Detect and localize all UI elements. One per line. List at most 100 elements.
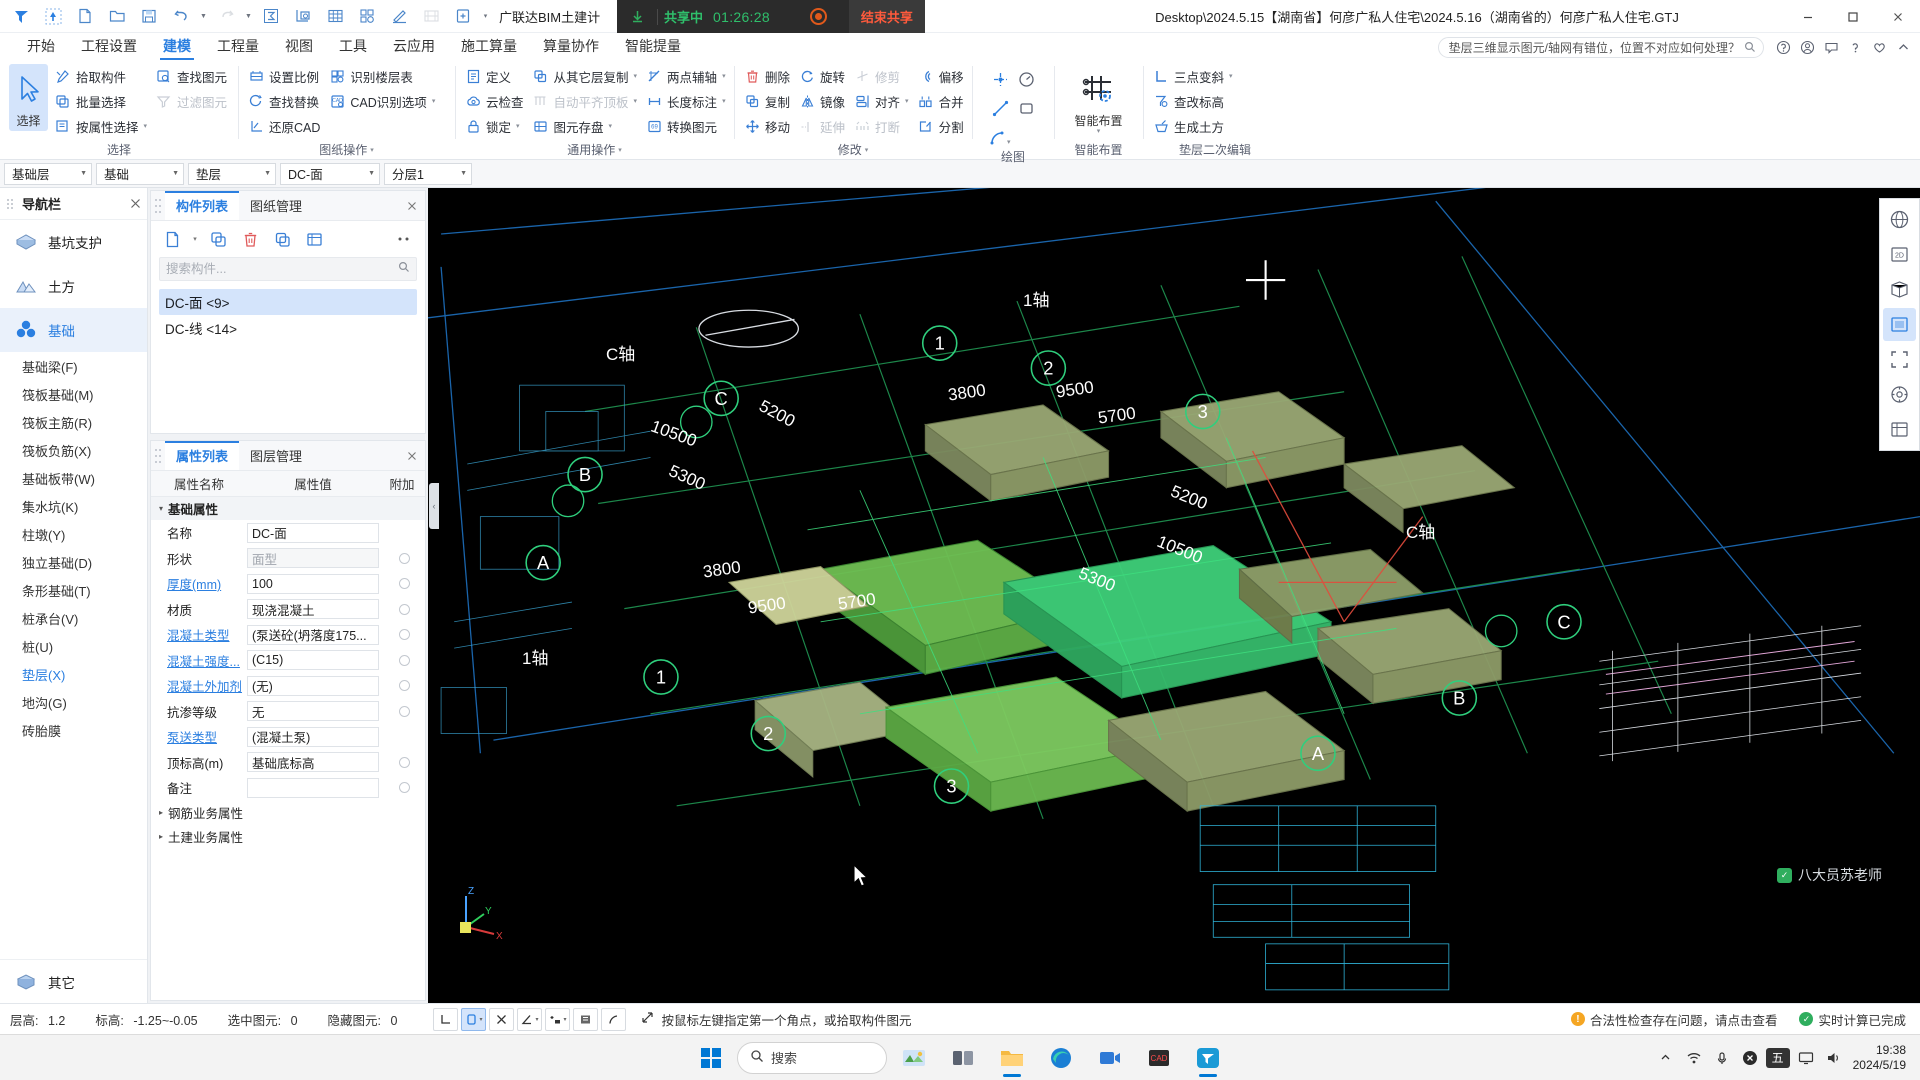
- chevron-down-icon[interactable]: ▾: [189, 235, 201, 243]
- save-icon[interactable]: [134, 3, 164, 30]
- sidebar-item-pile[interactable]: 桩(U): [0, 632, 147, 660]
- menu-tab-cloud-apps[interactable]: 云应用: [380, 36, 448, 60]
- sidebar-item-strip-foundation[interactable]: 条形基础(T): [0, 576, 147, 604]
- model-viewport[interactable]: B A C 1 2 3 1 2 3 A B C 1轴 C轴 C轴 1轴 3800…: [428, 188, 1920, 1003]
- menu-tab-quantity[interactable]: 工程量: [204, 36, 272, 60]
- property-group-rebar[interactable]: ▸ 钢筋业务属性: [151, 801, 425, 825]
- chevron-down-icon[interactable]: ▾: [432, 97, 436, 105]
- rect-draw-icon[interactable]: [1013, 95, 1039, 121]
- recognize-floor-table-button[interactable]: 识别楼层表: [325, 64, 440, 88]
- extra-checkbox[interactable]: [398, 680, 410, 692]
- select-tool-icon[interactable]: [38, 3, 68, 30]
- property-name[interactable]: 泵送类型: [151, 727, 247, 746]
- smart-layout-button[interactable]: 智能布置 ▾: [1063, 64, 1134, 137]
- extra-checkbox[interactable]: [398, 705, 410, 717]
- property-value[interactable]: 现浇混凝土: [247, 599, 379, 620]
- view-settings-icon[interactable]: [1883, 378, 1916, 411]
- property-value[interactable]: (C15): [247, 650, 379, 671]
- taskbar-clock[interactable]: 19:38 2024/5/19: [1849, 1043, 1914, 1073]
- sidebar-item-sump[interactable]: 集水坑(K): [0, 492, 147, 520]
- pick-component-button[interactable]: 拾取构件: [51, 64, 152, 88]
- chevron-right-icon[interactable]: ▸: [159, 808, 163, 817]
- cloud-check-button[interactable]: 云检查: [461, 89, 529, 113]
- chevron-down-icon[interactable]: ▾: [535, 1016, 538, 1023]
- undo-icon[interactable]: [166, 3, 196, 30]
- extra-checkbox[interactable]: [398, 654, 410, 666]
- property-value[interactable]: [247, 777, 379, 798]
- rect-mode-button[interactable]: ▾: [461, 1007, 487, 1031]
- chevron-down-icon[interactable]: ▼: [80, 170, 87, 177]
- three-point-slope-button[interactable]: 三点变斜 ▾: [1149, 64, 1238, 88]
- taskbar-search-box[interactable]: 搜索: [737, 1041, 887, 1074]
- property-value[interactable]: DC-面: [247, 522, 379, 543]
- define-button[interactable]: 定义: [461, 64, 529, 88]
- restore-cad-button[interactable]: 还原CAD: [244, 114, 325, 138]
- property-name[interactable]: 混凝土外加剂: [151, 676, 247, 695]
- view-fit-icon[interactable]: [1883, 343, 1916, 376]
- qat-more-icon[interactable]: ▾: [480, 3, 491, 30]
- sidebar-item-foundation[interactable]: 基础: [0, 308, 147, 352]
- sidebar-item-raft-foundation[interactable]: 筏板基础(M): [0, 380, 147, 408]
- move-button[interactable]: 移动: [740, 114, 795, 138]
- chevron-down-icon[interactable]: ▼: [172, 170, 179, 177]
- extra-checkbox[interactable]: [398, 552, 410, 564]
- sublayer-select[interactable]: 分层1 ▼: [384, 162, 472, 185]
- message-icon[interactable]: [1820, 36, 1842, 58]
- element-snap-button[interactable]: [573, 1007, 599, 1031]
- delete-component-button[interactable]: [235, 226, 265, 252]
- two-point-axis-button[interactable]: 两点辅轴 ▾: [642, 64, 731, 88]
- taskbar-taskview[interactable]: [941, 1038, 985, 1078]
- s06idebar-item-cushion[interactable]: 垫层(X): [0, 660, 147, 688]
- edit-pen-icon[interactable]: [384, 3, 414, 30]
- delete-button[interactable]: 删除: [740, 64, 795, 88]
- rename-component-button[interactable]: [267, 226, 297, 252]
- circle-draw-icon[interactable]: [1013, 66, 1039, 92]
- batch-select-button[interactable]: 批量选择: [51, 89, 152, 113]
- property-value[interactable]: 基础底标高: [247, 752, 379, 773]
- offset-button[interactable]: 偏移: [914, 64, 969, 88]
- add-page-icon[interactable]: [448, 3, 478, 30]
- rotate-button[interactable]: 旋转: [795, 64, 850, 88]
- minimize-button[interactable]: [1785, 0, 1830, 33]
- collapse-ribbon-icon[interactable]: [1892, 36, 1914, 58]
- tab-layer-management[interactable]: 图层管理: [239, 441, 313, 470]
- new-component-button[interactable]: [157, 226, 187, 252]
- menu-tab-start[interactable]: 开始: [14, 36, 68, 60]
- view-section-icon[interactable]: [1883, 308, 1916, 341]
- chevron-down-icon[interactable]: ▾: [722, 97, 726, 105]
- sidebar-item-foundation-beam[interactable]: 基础梁(F): [0, 352, 147, 380]
- view-3d-icon[interactable]: [1883, 273, 1916, 306]
- maximize-button[interactable]: [1830, 0, 1875, 33]
- property-value[interactable]: (混凝土泵): [247, 726, 379, 747]
- heart-icon[interactable]: [1868, 36, 1890, 58]
- taskbar-edge[interactable]: [1039, 1038, 1083, 1078]
- report-icon[interactable]: [288, 3, 318, 30]
- menu-tab-modeling[interactable]: 建模: [150, 36, 204, 60]
- chevron-down-icon[interactable]: ▾: [865, 143, 869, 158]
- table-icon[interactable]: [320, 3, 350, 30]
- chevron-down-icon[interactable]: ▾: [370, 143, 374, 158]
- taskbar-widgets[interactable]: [892, 1038, 936, 1078]
- arc-draw-icon[interactable]: ▾: [987, 124, 1013, 150]
- validation-warning[interactable]: ! 合法性检查存在问题，请点击查看: [1570, 1010, 1777, 1029]
- search-component-box[interactable]: [159, 257, 417, 281]
- chevron-down-icon[interactable]: ▾: [618, 143, 622, 158]
- search-icon[interactable]: [398, 260, 410, 278]
- extra-checkbox[interactable]: [398, 782, 410, 794]
- property-value[interactable]: 100: [247, 573, 379, 594]
- length-dimension-button[interactable]: 长度标注 ▾: [642, 89, 731, 113]
- menu-tab-project-settings[interactable]: 工程设置: [68, 36, 150, 60]
- search-input[interactable]: [166, 262, 398, 276]
- arc-snap-button[interactable]: [601, 1007, 627, 1031]
- chevron-right-icon[interactable]: ▸: [159, 832, 163, 841]
- merge-button[interactable]: 合并: [914, 89, 969, 113]
- model-3d-canvas[interactable]: B A C 1 2 3 1 2 3 A B C: [428, 188, 1920, 1003]
- new-file-icon[interactable]: [70, 3, 100, 30]
- menu-tab-tools[interactable]: 工具: [326, 36, 380, 60]
- chevron-down-icon[interactable]: ▾: [634, 72, 638, 80]
- close-circle-icon[interactable]: [1737, 1038, 1763, 1078]
- copy-button[interactable]: 复制: [740, 89, 795, 113]
- component-type-select[interactable]: 垫层 ▼: [188, 162, 276, 185]
- ime-indicator[interactable]: 五: [1765, 1038, 1791, 1078]
- search-icon[interactable]: [1740, 38, 1759, 57]
